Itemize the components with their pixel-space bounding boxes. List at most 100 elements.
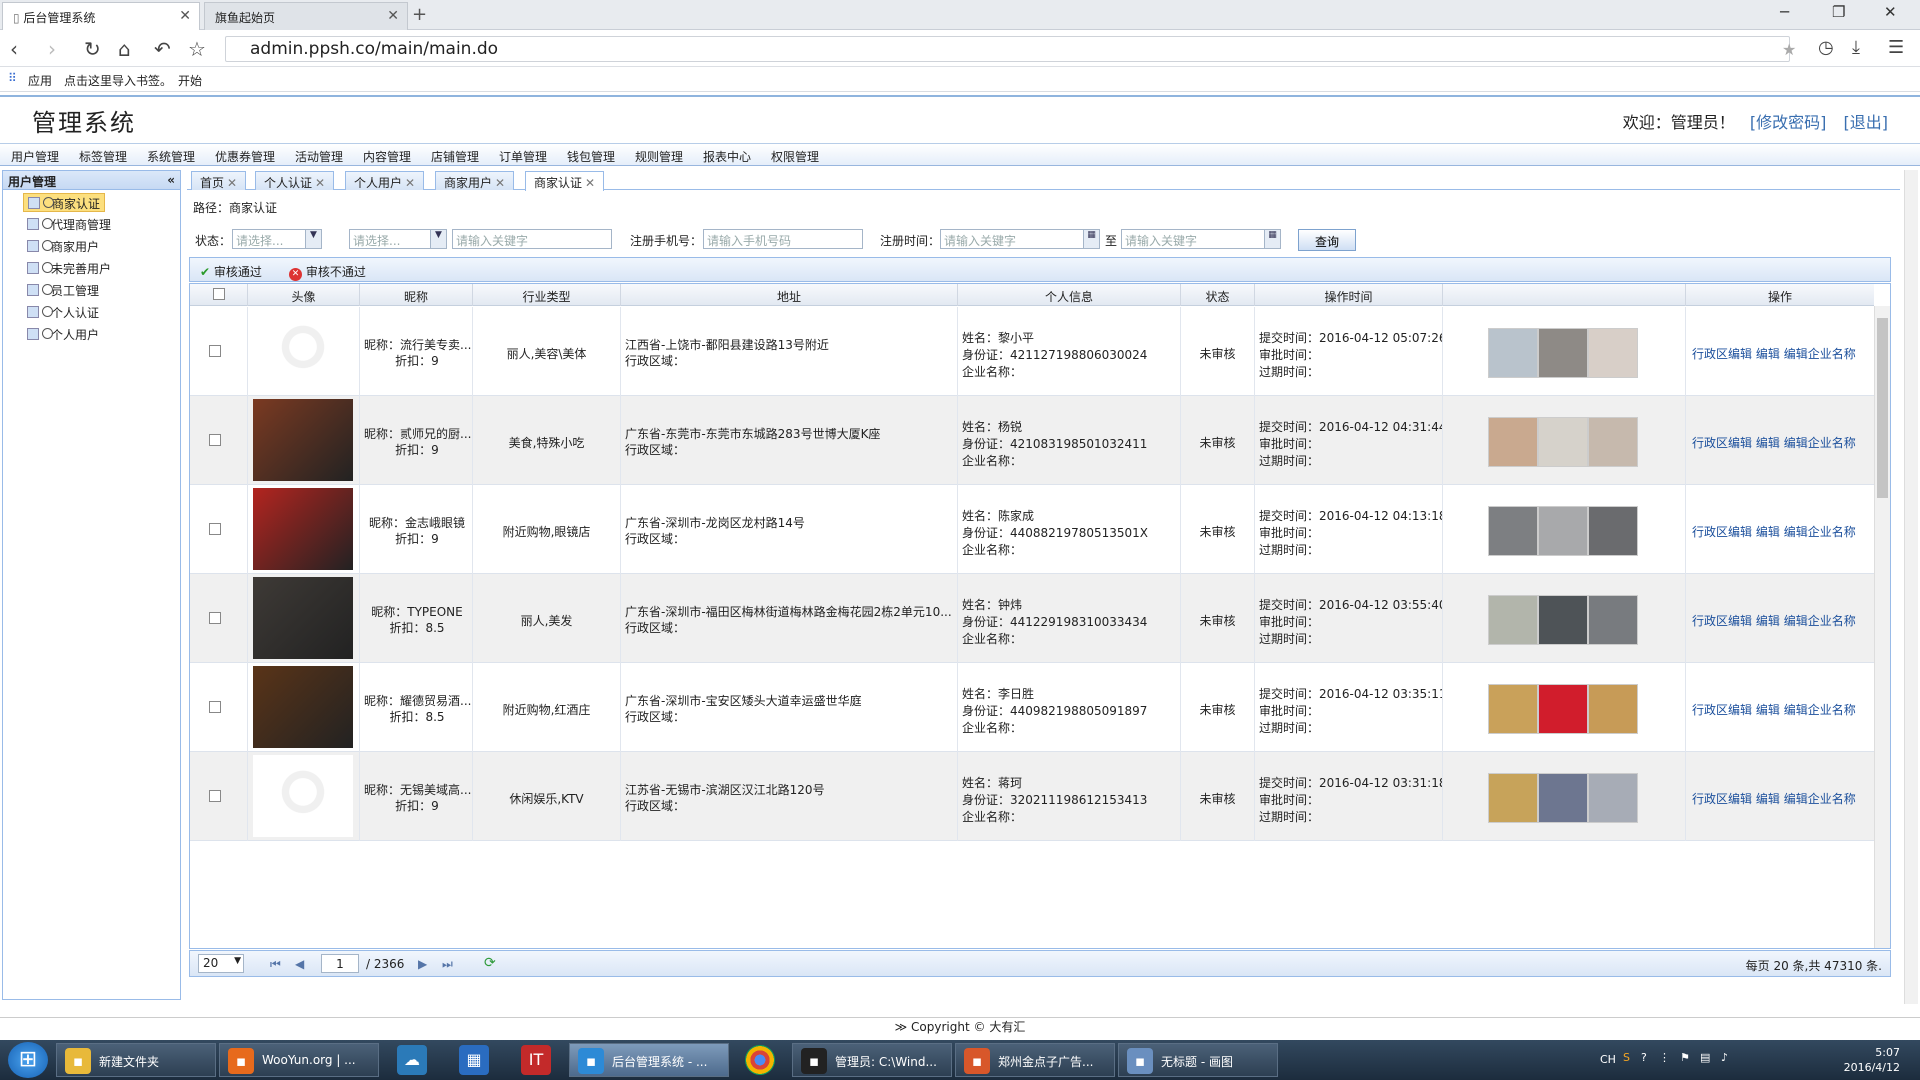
edit-region-link[interactable]: 行政区编辑 bbox=[1692, 436, 1752, 450]
sidebar-item-incomplete-users[interactable]: 未完善用户 bbox=[23, 259, 115, 278]
it-app-icon[interactable]: IT bbox=[521, 1045, 551, 1075]
header-select-all[interactable] bbox=[190, 284, 248, 306]
menu-activity[interactable]: 活动管理 bbox=[295, 148, 343, 165]
edit-region-link[interactable]: 行政区编辑 bbox=[1692, 703, 1752, 717]
taskbar-task[interactable]: ▪ 后台管理系统 - ... bbox=[569, 1043, 729, 1077]
browser-tab-admin[interactable]: ▯ 后台管理系统 ✕ bbox=[2, 2, 200, 30]
collapse-icon[interactable]: « bbox=[167, 173, 175, 187]
document-thumbnail[interactable] bbox=[1488, 417, 1538, 467]
document-thumbnail[interactable] bbox=[1588, 773, 1638, 823]
chevron-down-icon[interactable]: ▼ bbox=[430, 230, 446, 248]
menu-store[interactable]: 店铺管理 bbox=[431, 148, 479, 165]
back-icon[interactable]: ‹ bbox=[10, 37, 18, 61]
chrome-app-icon[interactable] bbox=[745, 1045, 775, 1075]
document-thumbnail[interactable] bbox=[1538, 506, 1588, 556]
edit-company-link[interactable]: 编辑企业名称 bbox=[1784, 436, 1856, 450]
new-tab-icon[interactable]: + bbox=[412, 4, 427, 25]
help-icon[interactable]: ? bbox=[1641, 1051, 1647, 1064]
volume-icon[interactable]: ♪ bbox=[1721, 1051, 1728, 1064]
close-icon[interactable]: ✕ bbox=[227, 176, 237, 190]
star-icon[interactable]: ☆ bbox=[188, 37, 206, 61]
tab-home[interactable]: 首页 ✕ bbox=[191, 171, 247, 190]
minimize-icon[interactable]: ─ bbox=[1780, 3, 1789, 21]
input-method-icon[interactable]: S bbox=[1623, 1051, 1630, 1064]
menu-order[interactable]: 订单管理 bbox=[499, 148, 547, 165]
table-scrollbar[interactable] bbox=[1874, 306, 1890, 948]
document-thumbnails[interactable] bbox=[1488, 417, 1638, 467]
history-icon[interactable]: ◷ bbox=[1818, 37, 1834, 58]
bookmark-star-icon[interactable]: ★ bbox=[1782, 40, 1796, 59]
time-from-input[interactable]: 请输入关键字 ▦ bbox=[940, 229, 1100, 249]
start-button[interactable]: ⊞ bbox=[8, 1042, 48, 1078]
document-thumbnail[interactable] bbox=[1538, 773, 1588, 823]
menu-system[interactable]: 系统管理 bbox=[147, 148, 195, 165]
calendar-icon[interactable]: ▦ bbox=[1264, 230, 1280, 248]
select-all-checkbox[interactable] bbox=[213, 288, 225, 300]
taskbar-task[interactable]: ▪ 郑州金点子广告... bbox=[955, 1043, 1115, 1077]
tab-personal-users[interactable]: 个人用户 ✕ bbox=[345, 171, 425, 190]
document-thumbnails[interactable] bbox=[1488, 773, 1638, 823]
first-page-icon[interactable]: ⏮ bbox=[270, 957, 281, 972]
tab-merchant-auth[interactable]: 商家认证 ✕ bbox=[525, 171, 605, 191]
sidebar-item-merchant-auth[interactable]: 商家认证 bbox=[23, 193, 106, 212]
edit-link[interactable]: 编辑 bbox=[1756, 525, 1780, 539]
menu-icon[interactable]: ☰ bbox=[1888, 37, 1904, 58]
status-select[interactable]: 请选择... ▼ bbox=[232, 229, 322, 249]
edit-company-link[interactable]: 编辑企业名称 bbox=[1784, 525, 1856, 539]
document-thumbnail[interactable] bbox=[1588, 595, 1638, 645]
table-row[interactable]: 昵称：耀德贸易酒... 折扣：8.5 附近购物,红酒庄 广东省-深圳市-宝安区矮头大道… bbox=[190, 663, 1874, 752]
tab-merchant-users[interactable]: 商家用户 ✕ bbox=[435, 171, 515, 190]
url-input[interactable]: admin.ppsh.co/main/main.do bbox=[225, 36, 1790, 62]
row-checkbox[interactable] bbox=[209, 434, 221, 446]
document-thumbnail[interactable] bbox=[1488, 684, 1538, 734]
sidebar-item-personal-auth[interactable]: 个人认证 bbox=[23, 303, 103, 322]
page-scrollbar[interactable] bbox=[1904, 170, 1918, 1004]
forward-icon[interactable]: › bbox=[48, 37, 56, 61]
close-icon[interactable]: ✕ bbox=[495, 176, 505, 190]
home-icon[interactable]: ⌂ bbox=[118, 37, 131, 61]
bookmark-import-hint[interactable]: 点击这里导入书签。 bbox=[64, 72, 172, 89]
close-icon[interactable]: ✕ bbox=[585, 176, 595, 190]
menu-tag[interactable]: 标签管理 bbox=[79, 148, 127, 165]
last-page-icon[interactable]: ⏭ bbox=[442, 957, 453, 972]
undo-icon[interactable]: ↶ bbox=[154, 37, 171, 61]
refresh-icon[interactable]: ⟳ bbox=[484, 955, 496, 971]
table-row[interactable]: 昵称：TYPEONE 折扣：8.5 丽人,美发 广东省-深圳市-福田区梅林街道梅林路金… bbox=[190, 574, 1874, 663]
row-checkbox[interactable] bbox=[209, 345, 221, 357]
reload-icon[interactable]: ↻ bbox=[84, 37, 101, 61]
menu-permissions[interactable]: 权限管理 bbox=[771, 148, 819, 165]
taskbar-task[interactable]: ▪ WooYun.org | ... bbox=[219, 1043, 379, 1077]
row-checkbox[interactable] bbox=[209, 523, 221, 535]
document-thumbnail[interactable] bbox=[1538, 417, 1588, 467]
query-button[interactable]: 查询 bbox=[1298, 229, 1356, 251]
edit-link[interactable]: 编辑 bbox=[1756, 703, 1780, 717]
tab-personal-auth[interactable]: 个人认证 ✕ bbox=[255, 171, 335, 190]
apps-grid-icon[interactable]: ⠿ bbox=[8, 71, 17, 85]
close-icon[interactable]: ✕ bbox=[315, 176, 325, 190]
close-icon[interactable]: ✕ bbox=[405, 176, 415, 190]
document-thumbnail[interactable] bbox=[1488, 328, 1538, 378]
scrollbar-thumb[interactable] bbox=[1877, 318, 1888, 498]
taskbar-task[interactable]: ▪ 新建文件夹 bbox=[56, 1043, 216, 1077]
change-password-link[interactable]: [修改密码] bbox=[1750, 113, 1827, 132]
restore-icon[interactable]: ❐ bbox=[1832, 3, 1845, 21]
browser-tab-start[interactable]: 旗鱼起始页 ✕ bbox=[204, 2, 408, 30]
keyword-input[interactable]: 请输入关键字 bbox=[452, 229, 612, 249]
menu-rules[interactable]: 规则管理 bbox=[635, 148, 683, 165]
document-thumbnail[interactable] bbox=[1588, 684, 1638, 734]
notes-app-icon[interactable]: ▦ bbox=[459, 1045, 489, 1075]
document-thumbnail[interactable] bbox=[1588, 506, 1638, 556]
menu-user[interactable]: 用户管理 bbox=[11, 148, 59, 165]
edit-region-link[interactable]: 行政区编辑 bbox=[1692, 525, 1752, 539]
table-row[interactable]: 昵称：贰师兄的厨... 折扣：9 美食,特殊小吃 广东省-东莞市-东莞市东城路283号… bbox=[190, 396, 1874, 485]
row-checkbox[interactable] bbox=[209, 612, 221, 624]
document-thumbnail[interactable] bbox=[1538, 595, 1588, 645]
document-thumbnail[interactable] bbox=[1488, 506, 1538, 556]
clock[interactable]: 5:07 2016/4/12 bbox=[1844, 1045, 1900, 1075]
reject-button[interactable]: ✕ 审核不通过 bbox=[289, 263, 366, 281]
edit-link[interactable]: 编辑 bbox=[1756, 792, 1780, 806]
network-icon[interactable]: ▤ bbox=[1700, 1051, 1710, 1064]
taskbar-task[interactable]: ▪ 管理员: C:\Wind... bbox=[792, 1043, 952, 1077]
edit-region-link[interactable]: 行政区编辑 bbox=[1692, 792, 1752, 806]
menu-content[interactable]: 内容管理 bbox=[363, 148, 411, 165]
